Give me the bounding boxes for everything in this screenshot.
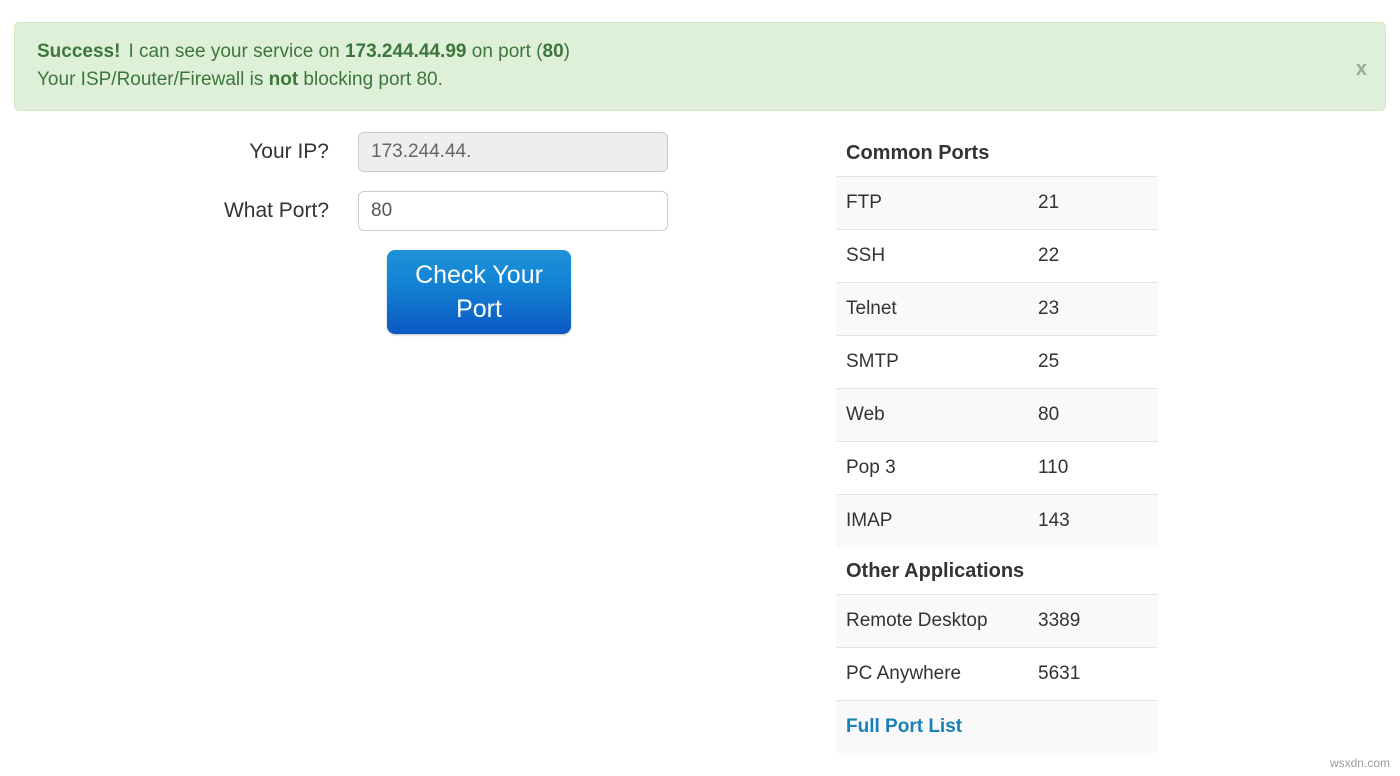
table-row: SSH 22 — [836, 229, 1158, 283]
port-service-name: IMAP — [836, 494, 1016, 547]
other-applications-body: Remote Desktop 3389 PC Anywhere 5631 Full Po… — [836, 594, 1158, 753]
port-number-input[interactable] — [358, 191, 668, 231]
port-service-name: SMTP — [836, 335, 1016, 389]
port-number-value: 5631 — [1016, 647, 1158, 701]
port-service-name: Web — [836, 388, 1016, 442]
alert-line-1: Success! I can see your service on 173.24… — [37, 38, 1365, 66]
watermark: wsxdn.com — [1329, 756, 1390, 770]
port-number-value: 21 — [1016, 176, 1158, 230]
close-icon[interactable]: x — [1356, 59, 1367, 79]
table-row: PC Anywhere 5631 — [836, 647, 1158, 701]
full-port-list-cell: Full Port List — [836, 700, 1158, 753]
other-applications-heading: Other Applications — [846, 560, 1025, 582]
alert-status-label: Success! — [37, 41, 121, 62]
port-check-form: Your IP? What Port? Check Your Port — [0, 132, 760, 334]
ip-field-row: Your IP? — [0, 132, 760, 172]
common-ports-heading: Common Ports — [846, 142, 990, 164]
alert-line2-emphasis: not — [268, 69, 299, 90]
port-number-value: 110 — [1016, 441, 1158, 495]
port-service-name: FTP — [836, 176, 1016, 230]
port-number-value: 3389 — [1016, 594, 1158, 648]
table-row: IMAP 143 — [836, 494, 1158, 547]
table-row: FTP 21 — [836, 176, 1158, 230]
port-service-name: PC Anywhere — [836, 647, 1016, 701]
table-row: Telnet 23 — [836, 282, 1158, 336]
table-row: Pop 3 110 — [836, 441, 1158, 495]
port-field-label: What Port? — [223, 199, 329, 222]
table-row: SMTP 25 — [836, 335, 1158, 389]
alert-line-2: Your ISP/Router/Firewall is not blocking… — [37, 66, 1365, 94]
port-number-value: 143 — [1016, 494, 1158, 547]
port-number-value: 22 — [1016, 229, 1158, 283]
ports-reference-panel: Common Ports FTP 21 SSH 22 Telnet 23 SMTP 25 Web… — [836, 142, 1158, 753]
port-service-name: Remote Desktop — [836, 594, 1016, 648]
ip-field-label: Your IP? — [249, 140, 329, 163]
common-ports-body: FTP 21 SSH 22 Telnet 23 SMTP 25 Web 80 Pop 3 110 IMA… — [836, 176, 1158, 547]
common-ports-table: FTP 21 SSH 22 Telnet 23 SMTP 25 Web 80 Pop 3 110 IMA… — [836, 176, 1158, 547]
alert-text-pre: I can see your service on — [128, 41, 345, 62]
table-row: Full Port List — [836, 700, 1158, 753]
port-service-name: Telnet — [836, 282, 1016, 336]
alert-line2-pre: Your ISP/Router/Firewall is — [37, 69, 269, 90]
full-port-list-link[interactable]: Full Port List — [846, 716, 962, 737]
alert-text-post: ) — [563, 41, 570, 62]
port-number-value: 25 — [1016, 335, 1158, 389]
check-your-port-button[interactable]: Check Your Port — [387, 250, 571, 334]
success-alert: Success! I can see your service on 173.24… — [14, 22, 1386, 111]
table-row: Web 80 — [836, 388, 1158, 442]
ip-address-input[interactable] — [358, 132, 668, 172]
port-service-name: SSH — [836, 229, 1016, 283]
alert-line2-post: blocking port 80. — [298, 69, 443, 90]
alert-ip-value: 173.244.44.99 — [344, 41, 467, 62]
table-row: Remote Desktop 3389 — [836, 594, 1158, 648]
other-applications-table: Remote Desktop 3389 PC Anywhere 5631 Full Po… — [836, 594, 1158, 753]
port-number-value: 80 — [1016, 388, 1158, 442]
alert-text-mid: on port ( — [466, 41, 543, 62]
port-number-value: 23 — [1016, 282, 1158, 336]
alert-port-value: 80 — [542, 41, 564, 62]
submit-row: Check Your Port — [0, 250, 760, 334]
port-service-name: Pop 3 — [836, 441, 1016, 495]
button-spacer — [0, 250, 387, 334]
port-field-row: What Port? — [0, 191, 760, 231]
